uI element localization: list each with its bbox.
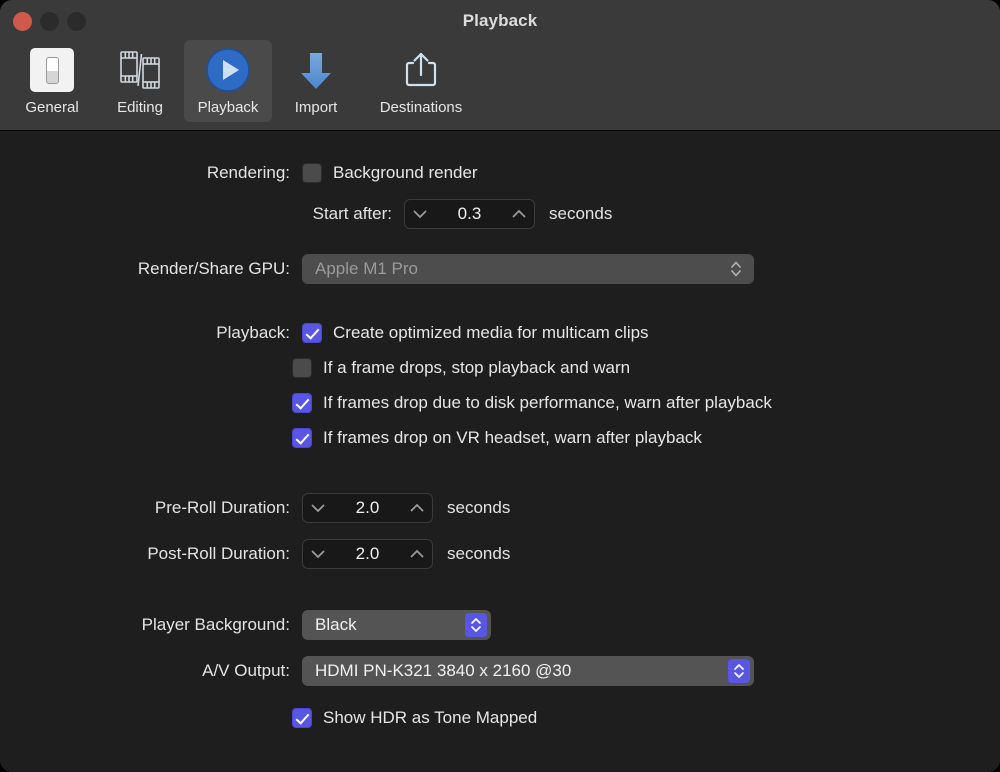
chevron-up-icon[interactable] [402, 503, 432, 513]
chevron-up-down-icon [728, 258, 744, 280]
player-background-popup-button[interactable]: Black [302, 610, 491, 640]
film-strips-icon [117, 44, 163, 96]
window-titlebar: Playback General Editing Playback Import… [0, 0, 1000, 131]
row-playback-2: If a frame drops, stop playback and warn [292, 354, 630, 382]
checkbox-box [292, 393, 312, 413]
row-pre-roll: Pre-Roll Duration: 2.0 seconds [50, 493, 511, 523]
checkbox-box [292, 358, 312, 378]
start-after-label: Start after: [312, 204, 392, 223]
preferences-content: Rendering: Background render Start after… [0, 131, 1000, 772]
row-playback-4: If frames drop on VR headset, warn after… [292, 424, 702, 452]
chevron-down-icon[interactable] [303, 549, 333, 559]
gpu-popup-button[interactable]: Apple M1 Pro [302, 254, 754, 284]
av-output-value: HDMI PN-K321 3840 x 2160 @30 [315, 661, 572, 680]
player-background-value: Black [315, 615, 357, 634]
toolbar-item-import[interactable]: Import [272, 40, 360, 122]
checkbox-box [292, 428, 312, 448]
playback-option-label: If frames drop due to disk performance, … [323, 393, 772, 412]
row-rendering: Rendering: Background render [50, 159, 478, 187]
background-render-checkbox[interactable]: Background render [302, 163, 478, 183]
start-after-value: 0.3 [457, 204, 482, 223]
toolbar-label-editing: Editing [117, 99, 163, 116]
post-roll-value: 2.0 [355, 544, 380, 563]
post-roll-stepper[interactable]: 2.0 [302, 539, 433, 569]
post-roll-label: Post-Roll Duration: [147, 544, 290, 563]
gpu-value: Apple M1 Pro [315, 259, 418, 278]
av-output-popup-button[interactable]: HDMI PN-K321 3840 x 2160 @30 [302, 656, 754, 686]
checkbox-box [292, 708, 312, 728]
row-playback-3: If frames drop due to disk performance, … [292, 389, 772, 417]
chevron-up-down-icon [465, 613, 487, 637]
gpu-label: Render/Share GPU: [137, 259, 290, 278]
checkbox-box [302, 323, 322, 343]
toolbar-item-general[interactable]: General [8, 40, 96, 122]
row-start-after: Start after: 0.3 seconds [50, 199, 613, 229]
post-roll-unit: seconds [447, 544, 511, 563]
checkbox-box [302, 163, 322, 183]
row-gpu: Render/Share GPU: Apple M1 Pro [50, 254, 754, 284]
playback-option-label: Create optimized media for multicam clip… [333, 323, 649, 342]
chevron-up-icon[interactable] [402, 549, 432, 559]
playback-option-frame-drop-stop[interactable]: If a frame drops, stop playback and warn [292, 358, 630, 378]
background-render-label: Background render [333, 163, 478, 182]
row-player-background: Player Background: Black [50, 610, 491, 640]
start-after-unit: seconds [549, 204, 613, 223]
chevron-up-icon[interactable] [504, 209, 534, 219]
playback-option-label: If frames drop on VR headset, warn after… [323, 428, 702, 447]
row-post-roll: Post-Roll Duration: 2.0 seconds [50, 539, 511, 569]
playback-label: Playback: [216, 323, 290, 342]
preferences-window: Playback General Editing Playback Import… [0, 0, 1000, 772]
toolbar-label-destinations: Destinations [379, 99, 463, 116]
window-title: Playback [462, 11, 538, 30]
player-background-label: Player Background: [141, 615, 290, 634]
row-hdr: Show HDR as Tone Mapped [292, 704, 537, 732]
pre-roll-value: 2.0 [355, 498, 380, 517]
share-export-icon [398, 44, 444, 96]
pre-roll-stepper[interactable]: 2.0 [302, 493, 433, 523]
show-hdr-tone-mapped-checkbox[interactable]: Show HDR as Tone Mapped [292, 708, 537, 728]
rendering-label: Rendering: [206, 163, 290, 182]
toggle-switch-icon [30, 44, 74, 96]
preferences-toolbar: General Editing Playback Import Destinat… [8, 40, 482, 122]
chevron-down-icon[interactable] [303, 503, 333, 513]
chevron-up-down-icon [728, 659, 750, 683]
toolbar-item-editing[interactable]: Editing [96, 40, 184, 122]
toolbar-label-playback: Playback [197, 99, 259, 116]
play-circle-icon [204, 44, 252, 96]
pre-roll-unit: seconds [447, 498, 511, 517]
toolbar-label-general: General [25, 99, 79, 116]
playback-option-optimized-media[interactable]: Create optimized media for multicam clip… [302, 323, 649, 343]
playback-option-vr-headset[interactable]: If frames drop on VR headset, warn after… [292, 428, 702, 448]
chevron-down-icon[interactable] [405, 209, 435, 219]
start-after-stepper[interactable]: 0.3 [404, 199, 535, 229]
pre-roll-label: Pre-Roll Duration: [154, 498, 290, 517]
playback-option-label: If a frame drops, stop playback and warn [323, 358, 631, 377]
toolbar-label-import: Import [294, 99, 338, 116]
show-hdr-tone-mapped-label: Show HDR as Tone Mapped [323, 708, 538, 727]
down-arrow-icon [293, 44, 339, 96]
playback-option-disk-performance[interactable]: If frames drop due to disk performance, … [292, 393, 772, 413]
row-av-output: A/V Output: HDMI PN-K321 3840 x 2160 @30 [50, 656, 754, 686]
toolbar-item-playback[interactable]: Playback [184, 40, 272, 122]
row-playback-1: Playback: Create optimized media for mul… [50, 319, 649, 347]
av-output-label: A/V Output: [202, 661, 290, 680]
toolbar-item-destinations[interactable]: Destinations [360, 40, 482, 122]
